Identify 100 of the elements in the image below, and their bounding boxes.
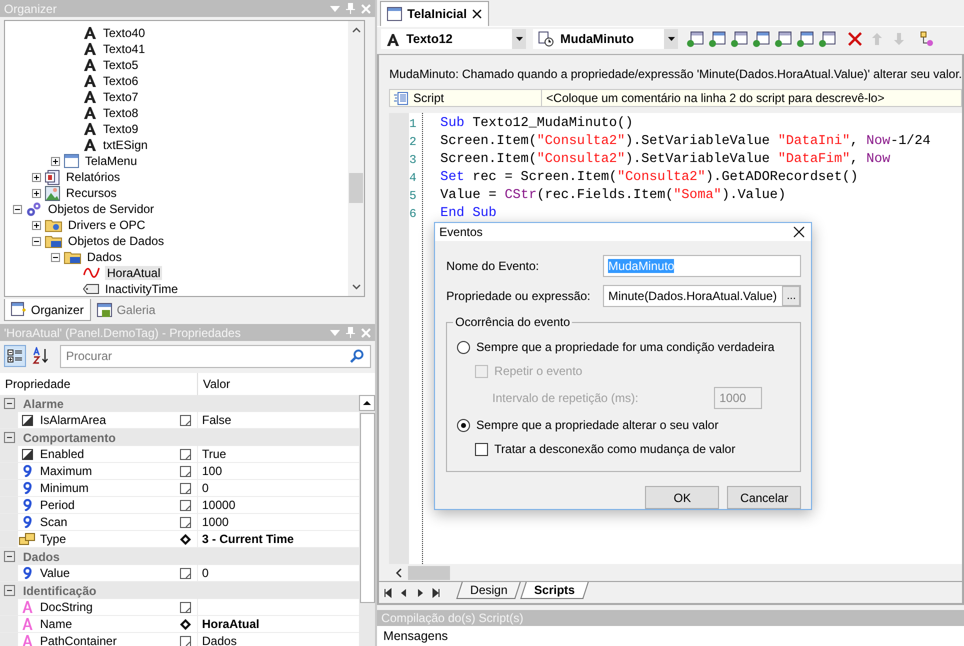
cancel-button[interactable]: Cancelar xyxy=(727,486,802,509)
collapse-icon[interactable] xyxy=(13,204,22,214)
scrollbar[interactable] xyxy=(348,21,364,296)
property-value[interactable]: False xyxy=(198,413,232,427)
window-plus-icon[interactable] xyxy=(707,29,726,49)
radio-button[interactable] xyxy=(457,418,470,432)
tree-item[interactable]: Objetos de Dados xyxy=(66,234,166,248)
close-icon[interactable] xyxy=(472,9,482,19)
tree-item[interactable]: Drivers e OPC xyxy=(66,218,148,232)
sheet-tab[interactable]: Design xyxy=(456,582,522,599)
screen-plus-icon[interactable] xyxy=(751,29,770,49)
column-header[interactable]: Valor xyxy=(198,373,376,395)
tree-item[interactable]: Texto5 xyxy=(101,58,140,72)
edit-icon xyxy=(180,448,191,460)
property-name[interactable]: Minimum xyxy=(36,481,180,495)
tree-item[interactable]: TelaMenu xyxy=(83,154,140,168)
line-number: 5 xyxy=(409,188,418,205)
property-name[interactable]: Period xyxy=(36,498,180,512)
tree-item[interactable]: Texto40 xyxy=(101,26,148,40)
collapse-icon[interactable] xyxy=(32,236,41,246)
edit-icon xyxy=(180,414,191,426)
tab-label[interactable]: TelaInicial xyxy=(407,7,467,21)
scroll-thumb[interactable] xyxy=(360,413,375,603)
property-name[interactable]: Name xyxy=(36,617,180,631)
tree-item[interactable]: Relatórios xyxy=(64,170,122,184)
document-tab[interactable]: TelaInicial xyxy=(380,1,489,26)
tree-item[interactable]: Texto8 xyxy=(101,106,140,120)
document-plus-icon[interactable] xyxy=(685,29,704,49)
property-value[interactable]: 100 xyxy=(198,464,222,478)
property-name[interactable]: IsAlarmArea xyxy=(36,413,180,427)
search-field[interactable]: Procurar xyxy=(60,344,372,368)
tree-item[interactable]: HoraAtual xyxy=(105,266,162,280)
event-dropdown[interactable]: MudaMinuto xyxy=(533,29,678,49)
property-name[interactable]: Enabled xyxy=(36,447,180,461)
property-value[interactable]: 1000 xyxy=(198,515,229,529)
tree-item[interactable]: InactivityTime xyxy=(103,282,180,296)
download-plus-icon[interactable] xyxy=(773,29,792,49)
property-value[interactable]: Dados xyxy=(198,634,237,646)
group-title: Ocorrência do evento xyxy=(454,315,572,329)
tree-item[interactable]: txtESign xyxy=(101,138,150,152)
option-label[interactable]: Sempre que a propriedade alterar o seu valor xyxy=(476,418,718,432)
property-name[interactable]: Value xyxy=(36,566,180,580)
window-icon xyxy=(387,7,402,21)
object-dropdown[interactable]: Texto12 xyxy=(381,29,526,49)
option-label[interactable]: Sempre que a propriedade for uma condição verdadeira xyxy=(476,340,774,354)
tree-item[interactable]: Texto7 xyxy=(101,90,140,104)
property-value[interactable]: 10000 xyxy=(198,498,236,512)
tree-item[interactable]: Texto9 xyxy=(101,122,140,136)
scroll-up-icon[interactable] xyxy=(352,27,361,33)
property-value[interactable]: 0 xyxy=(198,566,209,580)
group-label: Alarme xyxy=(23,396,64,410)
scroll-down-icon[interactable] xyxy=(352,284,361,290)
report-icon xyxy=(45,170,60,184)
search-icon[interactable] xyxy=(350,348,364,362)
collapse-icon[interactable] xyxy=(4,585,15,596)
categorized-icon[interactable] xyxy=(4,345,26,367)
scroll-thumb[interactable] xyxy=(349,173,364,203)
scrollbar[interactable] xyxy=(359,395,376,646)
ok-button[interactable]: OK xyxy=(645,486,720,509)
property-name[interactable]: Maximum xyxy=(36,464,180,478)
refresh-plus-icon[interactable] xyxy=(795,29,814,49)
property-name[interactable]: Scan xyxy=(36,515,180,529)
panel-tab[interactable]: Galeria xyxy=(90,299,162,321)
tree-item[interactable]: Dados xyxy=(85,250,124,264)
edit-icon xyxy=(180,466,191,476)
scroll-thumb[interactable] xyxy=(408,566,450,580)
panel-tab[interactable]: Mensagens xyxy=(377,626,964,646)
sheet-tab[interactable]: Scripts xyxy=(520,582,588,599)
panel-tab[interactable]: Organizer xyxy=(4,299,91,321)
image-plus-icon[interactable] xyxy=(729,29,748,49)
property-value[interactable]: True xyxy=(198,447,226,461)
collapse-icon[interactable] xyxy=(4,551,15,562)
collapse-icon[interactable] xyxy=(4,432,15,443)
tree-item[interactable]: Recursos xyxy=(64,186,119,200)
collapse-icon[interactable] xyxy=(51,252,60,262)
browse-button[interactable]: ... xyxy=(782,286,800,306)
property-name[interactable]: PathContainer xyxy=(36,634,180,646)
scroll-left-icon[interactable] xyxy=(395,568,402,578)
printer-plus-icon[interactable] xyxy=(817,29,836,49)
expand-icon[interactable] xyxy=(32,220,41,230)
expand-icon[interactable] xyxy=(32,172,41,182)
property-value[interactable]: 3 - Current Time xyxy=(198,532,294,546)
property-value[interactable]: 0 xyxy=(198,481,209,495)
close-icon[interactable] xyxy=(793,226,806,238)
scroll-up-icon[interactable] xyxy=(359,395,376,411)
letter-icon xyxy=(22,601,32,613)
code-line: End Sub xyxy=(440,205,498,223)
tree-item[interactable]: Texto41 xyxy=(101,42,148,56)
property-name[interactable]: Type xyxy=(36,532,180,546)
tree-item[interactable]: Objetos de Servidor xyxy=(46,202,156,216)
collapse-icon[interactable] xyxy=(4,398,15,409)
expand-icon[interactable] xyxy=(32,188,41,198)
expand-icon[interactable] xyxy=(51,156,60,166)
option-label[interactable]: Tratar a desconexão como mudança de valor xyxy=(494,442,736,456)
tree-item[interactable]: Texto6 xyxy=(101,74,140,88)
radio-button[interactable] xyxy=(457,340,470,354)
input-field[interactable]: Minute(Dados.HoraAtual.Value) ... xyxy=(603,285,802,307)
checkbox[interactable] xyxy=(475,442,488,456)
letter-icon xyxy=(22,618,32,630)
property-value[interactable]: HoraAtual xyxy=(198,617,260,631)
